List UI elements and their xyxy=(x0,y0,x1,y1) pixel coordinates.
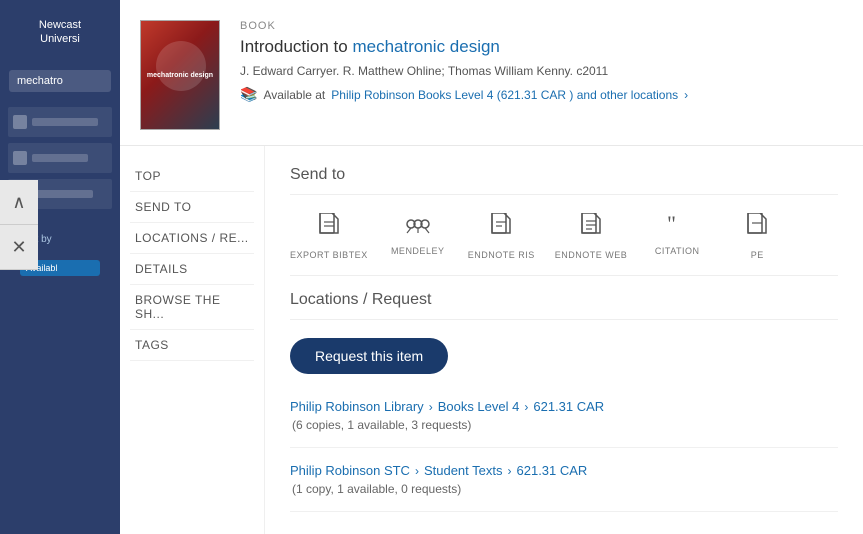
sidebar-item-tags[interactable]: TAGS xyxy=(130,330,254,361)
citation-label: CITATION xyxy=(655,246,700,256)
send-to-endnote-web[interactable]: ENDNOTE WEB xyxy=(555,213,628,260)
breadcrumb-arrow-1a: › xyxy=(429,400,433,414)
scroll-up-button[interactable]: ∧ xyxy=(0,180,38,225)
export-bibtex-icon xyxy=(318,213,340,245)
location-details-2: (1 copy, 1 available, 0 requests) xyxy=(290,482,838,496)
endnote-ris-icon xyxy=(490,213,512,245)
sidebar-logo-text: Newcast Universi xyxy=(10,18,110,47)
send-to-row: EXPORT BIBTEX xyxy=(290,213,838,260)
breadcrumb-arrow-2b: › xyxy=(508,464,512,478)
send-to-endnote-ris[interactable]: ENDNOTE RIS xyxy=(468,213,535,260)
location-details-1: (6 copies, 1 available, 3 requests) xyxy=(290,418,838,432)
availability-icon: 📚 xyxy=(240,86,257,103)
locations-title: Locations / Request xyxy=(290,291,838,320)
sidebar-item-send-to[interactable]: SEND TO xyxy=(130,192,254,223)
sidebar-item-browse[interactable]: BROWSE THE SH... xyxy=(130,285,254,330)
pe-label: PE xyxy=(751,250,764,260)
send-to-export-bibtex[interactable]: EXPORT BIBTEX xyxy=(290,213,368,260)
content-wrapper: TOP SEND TO LOCATIONS / RE... DETAILS BR… xyxy=(120,146,863,534)
book-title-highlight: mechatronic design xyxy=(352,37,499,56)
sidebar-logo: Newcast Universi xyxy=(0,10,120,55)
sidebar-item-details[interactable]: DETAILS xyxy=(130,254,254,285)
request-this-item-button[interactable]: Request this item xyxy=(290,338,448,374)
sidebar-item-locations[interactable]: LOCATIONS / RE... xyxy=(130,223,254,254)
send-to-citation[interactable]: " CITATION xyxy=(647,213,707,256)
section-divider-1 xyxy=(290,275,838,276)
endnote-ris-label: ENDNOTE RIS xyxy=(468,250,535,260)
send-to-pe[interactable]: PE xyxy=(727,213,787,260)
side-nav: TOP SEND TO LOCATIONS / RE... DETAILS BR… xyxy=(120,146,265,534)
library-link-1[interactable]: Philip Robinson Library xyxy=(290,399,424,414)
close-button[interactable]: ✕ xyxy=(0,225,38,270)
availability-arrow-icon: › xyxy=(684,88,688,102)
pe-icon xyxy=(746,213,768,245)
callno-2: 621.31 CAR xyxy=(517,463,588,478)
mendeley-label: MENDELEY xyxy=(391,246,445,256)
panel-main: Send to EXPORT BIBTEX xyxy=(265,146,863,534)
book-authors: J. Edward Carryer. R. Matthew Ohline; Th… xyxy=(240,64,843,78)
location-breadcrumb-1: Philip Robinson Library › Books Level 4 … xyxy=(290,399,838,414)
endnote-web-label: ENDNOTE WEB xyxy=(555,250,628,260)
sidebar-search-display: mechatro xyxy=(9,70,111,92)
location-entry-2: Philip Robinson STC › Student Texts › 62… xyxy=(290,463,838,512)
book-info: BOOK Introduction to mechatronic design … xyxy=(240,20,843,130)
send-to-title: Send to xyxy=(290,166,838,195)
book-availability: 📚 Available at Philip Robinson Books Lev… xyxy=(240,86,843,103)
locations-section: Locations / Request Request this item Ph… xyxy=(290,291,838,512)
mendeley-icon xyxy=(405,213,431,241)
level-link-2[interactable]: Student Texts xyxy=(424,463,503,478)
availability-location-link[interactable]: Philip Robinson Books Level 4 (621.31 CA… xyxy=(331,88,678,102)
book-title-plain: Introduction to xyxy=(240,37,352,56)
book-header: mechatronic design BOOK Introduction to … xyxy=(120,0,863,146)
availability-text: Available at xyxy=(263,88,325,102)
citation-icon: " xyxy=(666,213,688,241)
sidebar: Newcast Universi mechatro Sort by Availa… xyxy=(0,0,120,534)
book-type-label: BOOK xyxy=(240,20,843,32)
breadcrumb-arrow-1b: › xyxy=(524,400,528,414)
endnote-web-icon xyxy=(580,213,602,245)
export-bibtex-label: EXPORT BIBTEX xyxy=(290,250,368,260)
book-cover-image: mechatronic design xyxy=(140,20,220,130)
breadcrumb-arrow-2a: › xyxy=(415,464,419,478)
main-content: mechatronic design BOOK Introduction to … xyxy=(120,0,863,534)
level-link-1[interactable]: Books Level 4 xyxy=(438,399,520,414)
book-title: Introduction to mechatronic design xyxy=(240,36,843,58)
send-to-section: Send to EXPORT BIBTEX xyxy=(290,166,838,260)
svg-text:": " xyxy=(667,213,676,235)
location-entry-1: Philip Robinson Library › Books Level 4 … xyxy=(290,399,838,448)
send-to-mendeley[interactable]: MENDELEY xyxy=(388,213,448,256)
callno-1: 621.31 CAR xyxy=(533,399,604,414)
sidebar-item-top[interactable]: TOP xyxy=(130,161,254,192)
library-link-2[interactable]: Philip Robinson STC xyxy=(290,463,410,478)
location-breadcrumb-2: Philip Robinson STC › Student Texts › 62… xyxy=(290,463,838,478)
panel-controls: ∧ ✕ xyxy=(0,180,38,270)
